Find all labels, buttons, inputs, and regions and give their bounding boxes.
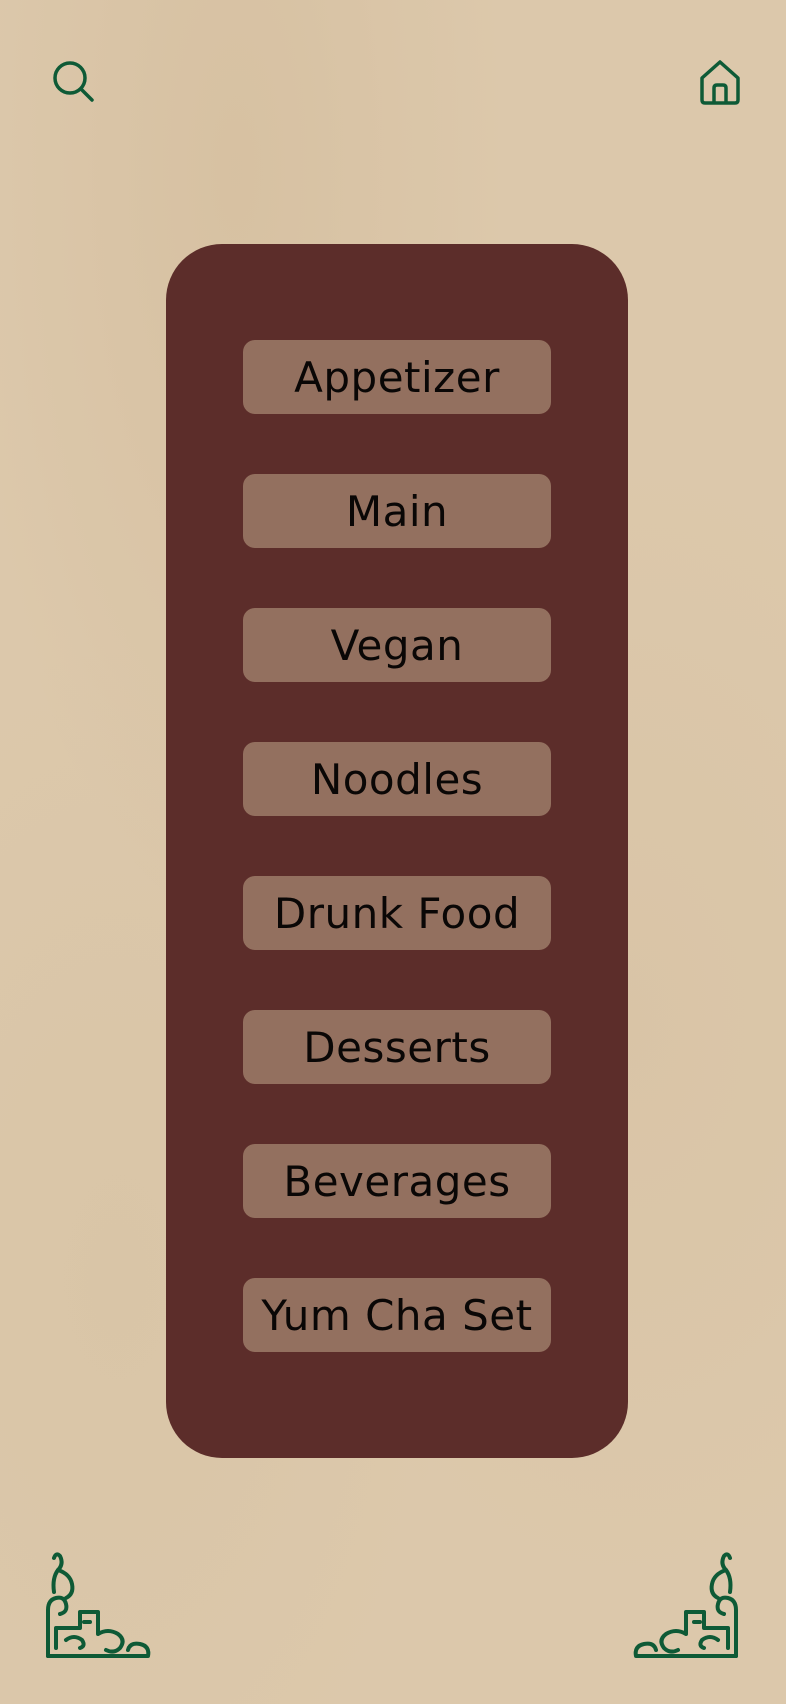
menu-item-desserts[interactable]: Desserts (243, 1010, 551, 1084)
menu-item-appetizer[interactable]: Appetizer (243, 340, 551, 414)
menu-item-main[interactable]: Main (243, 474, 551, 548)
ornament-corner-left-icon (46, 1552, 151, 1658)
home-icon (700, 60, 740, 105)
home-button[interactable] (692, 54, 748, 110)
menu-item-vegan[interactable]: Vegan (243, 608, 551, 682)
menu-panel: Appetizer Main Vegan Noodles Drunk Food … (166, 244, 628, 1458)
menu-item-noodles[interactable]: Noodles (243, 742, 551, 816)
search-icon (53, 61, 94, 102)
ornament-corner-right-icon (633, 1552, 738, 1658)
menu-item-beverages[interactable]: Beverages (243, 1144, 551, 1218)
menu-item-drunk-food[interactable]: Drunk Food (243, 876, 551, 950)
menu-item-yum-cha-set[interactable]: Yum Cha Set (243, 1278, 551, 1352)
search-button[interactable] (46, 54, 102, 110)
